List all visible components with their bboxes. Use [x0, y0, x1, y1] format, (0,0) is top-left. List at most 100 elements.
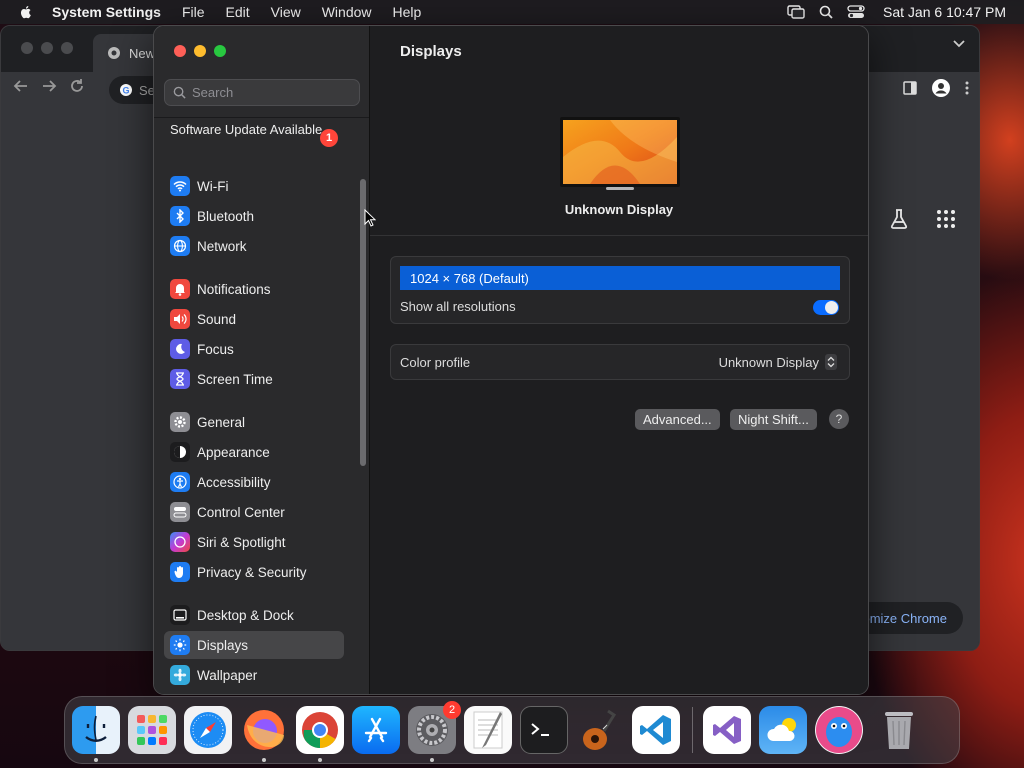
menu-help[interactable]: Help [393, 4, 422, 20]
sidebar-item-wallpaper[interactable]: Wallpaper [164, 661, 344, 689]
appearance-icon [170, 442, 190, 462]
resolution-option-selected[interactable]: 1024 × 768 (Default) [400, 266, 840, 290]
software-update-label: Software Update Available [170, 122, 323, 137]
sidebar-item-network[interactable]: Network [164, 232, 344, 260]
section-divider [370, 235, 868, 236]
sidebar-item-label: Screen Time [197, 371, 273, 387]
chrome-tab-title: New [129, 45, 156, 61]
menu-clock[interactable]: Sat Jan 6 10:47 PM [883, 4, 1006, 20]
sidebar-item-label: Displays [197, 637, 249, 653]
sidebar-item-label: Accessibility [197, 474, 271, 490]
help-button[interactable]: ? [829, 409, 849, 429]
sidebar-item-label: Privacy & Security [197, 564, 307, 580]
menu-bar: System Settings File Edit View Window He… [0, 0, 1024, 24]
search-icon [173, 86, 186, 99]
mouse-cursor-icon [364, 209, 376, 227]
cloud-app-icon[interactable] [815, 706, 863, 754]
visual-studio-icon[interactable] [703, 706, 751, 754]
menu-view[interactable]: View [271, 4, 301, 20]
menu-edit[interactable]: Edit [226, 4, 250, 20]
chrome-tab-icon [108, 47, 120, 59]
weather-icon[interactable] [759, 706, 807, 754]
dock-icon [170, 605, 190, 625]
sidebar-item-wifi[interactable]: Wi-Fi [164, 172, 344, 200]
zoom-button[interactable] [214, 45, 226, 57]
back-icon[interactable] [13, 78, 29, 94]
vscode-icon[interactable] [632, 706, 680, 754]
color-profile-label: Color profile [400, 355, 471, 370]
bluetooth-icon [170, 206, 190, 226]
sidebar-item-control-center[interactable]: Control Center [164, 498, 344, 526]
sidebar-item-label: Desktop & Dock [197, 607, 294, 623]
system-settings-badge: 2 [443, 701, 461, 719]
update-badge: 1 [320, 129, 338, 147]
apple-icon[interactable] [18, 4, 34, 20]
sidebar-item-appearance[interactable]: Appearance [164, 438, 344, 466]
sidebar-item-siri[interactable]: Siri & Spotlight [164, 528, 344, 556]
siri-icon [170, 532, 190, 552]
displays-pane: Displays Unknown Display 1024 × 768 (Def… [370, 26, 868, 694]
sidebar: Software Update Available 1 Wi-Fi Blueto… [154, 26, 370, 694]
sidebar-item-privacy[interactable]: Privacy & Security [164, 558, 344, 586]
terminal-icon[interactable] [520, 706, 568, 754]
sidebar-item-notifications[interactable]: Notifications [164, 275, 344, 303]
sidebar-item-sound[interactable]: Sound [164, 305, 344, 333]
color-profile-select[interactable]: Unknown Display [719, 354, 837, 370]
labs-icon[interactable] [889, 208, 909, 230]
close-button[interactable] [174, 45, 186, 57]
sidebar-item-focus[interactable]: Focus [164, 335, 344, 363]
night-shift-button[interactable]: Night Shift... [730, 409, 817, 430]
more-menu-icon[interactable] [965, 81, 969, 95]
sidebar-item-desktop-dock[interactable]: Desktop & Dock [164, 601, 344, 629]
garageband-icon[interactable] [576, 706, 624, 754]
wallpaper-icon [170, 665, 190, 685]
sidebar-item-label: Siri & Spotlight [197, 534, 286, 550]
sidebar-item-screen-time[interactable]: Screen Time [164, 365, 344, 393]
sidebar-item-general[interactable]: General [164, 408, 344, 436]
menu-window[interactable]: Window [322, 4, 372, 20]
finder-icon[interactable] [72, 706, 120, 762]
advanced-button[interactable]: Advanced... [635, 409, 720, 430]
search-field[interactable] [164, 79, 360, 106]
minimize-button[interactable] [194, 45, 206, 57]
bell-icon [170, 279, 190, 299]
apps-grid-icon[interactable] [937, 210, 955, 228]
launchpad-icon[interactable] [128, 706, 176, 754]
menu-file[interactable]: File [182, 4, 205, 20]
display-thumbnail[interactable] [560, 117, 680, 193]
dock: 2 [64, 696, 960, 764]
profile-icon[interactable] [931, 78, 951, 98]
side-panel-icon[interactable] [903, 81, 917, 95]
menu-app-name[interactable]: System Settings [52, 4, 161, 20]
system-settings-icon[interactable]: 2 [408, 701, 461, 762]
show-all-resolutions-toggle[interactable] [813, 300, 839, 315]
control-center-icon[interactable] [847, 5, 865, 19]
forward-icon[interactable] [41, 78, 57, 94]
trash-icon[interactable] [875, 706, 923, 754]
chrome-icon[interactable] [296, 706, 344, 762]
sidebar-item-label: Appearance [197, 444, 270, 460]
sidebar-item-accessibility[interactable]: Accessibility [164, 468, 344, 496]
moon-icon [170, 339, 190, 359]
window-controls [174, 45, 226, 57]
textedit-icon[interactable] [464, 706, 512, 754]
search-icon[interactable] [819, 5, 833, 19]
sidebar-item-displays[interactable]: Displays [164, 631, 344, 659]
search-input[interactable] [192, 85, 352, 100]
chrome-window-controls[interactable] [21, 42, 73, 54]
sidebar-item-label: Focus [197, 341, 234, 357]
sidebar-item-bluetooth[interactable]: Bluetooth [164, 202, 344, 230]
safari-icon[interactable] [184, 706, 232, 754]
hourglass-icon [170, 369, 190, 389]
gear-icon [170, 412, 190, 432]
chevron-down-icon[interactable] [953, 40, 965, 48]
sidebar-item-label: Network [197, 238, 247, 254]
firefox-icon[interactable] [240, 706, 288, 762]
sidebar-list: Software Update Available 1 Wi-Fi Blueto… [154, 118, 369, 694]
sidebar-item-label: Wi-Fi [197, 178, 229, 194]
app-store-icon[interactable] [352, 706, 400, 754]
reload-icon[interactable] [69, 78, 85, 94]
sidebar-item-label: Control Center [197, 504, 285, 520]
sidebar-item-label: General [197, 414, 246, 430]
screen-mirroring-icon[interactable] [787, 5, 805, 19]
